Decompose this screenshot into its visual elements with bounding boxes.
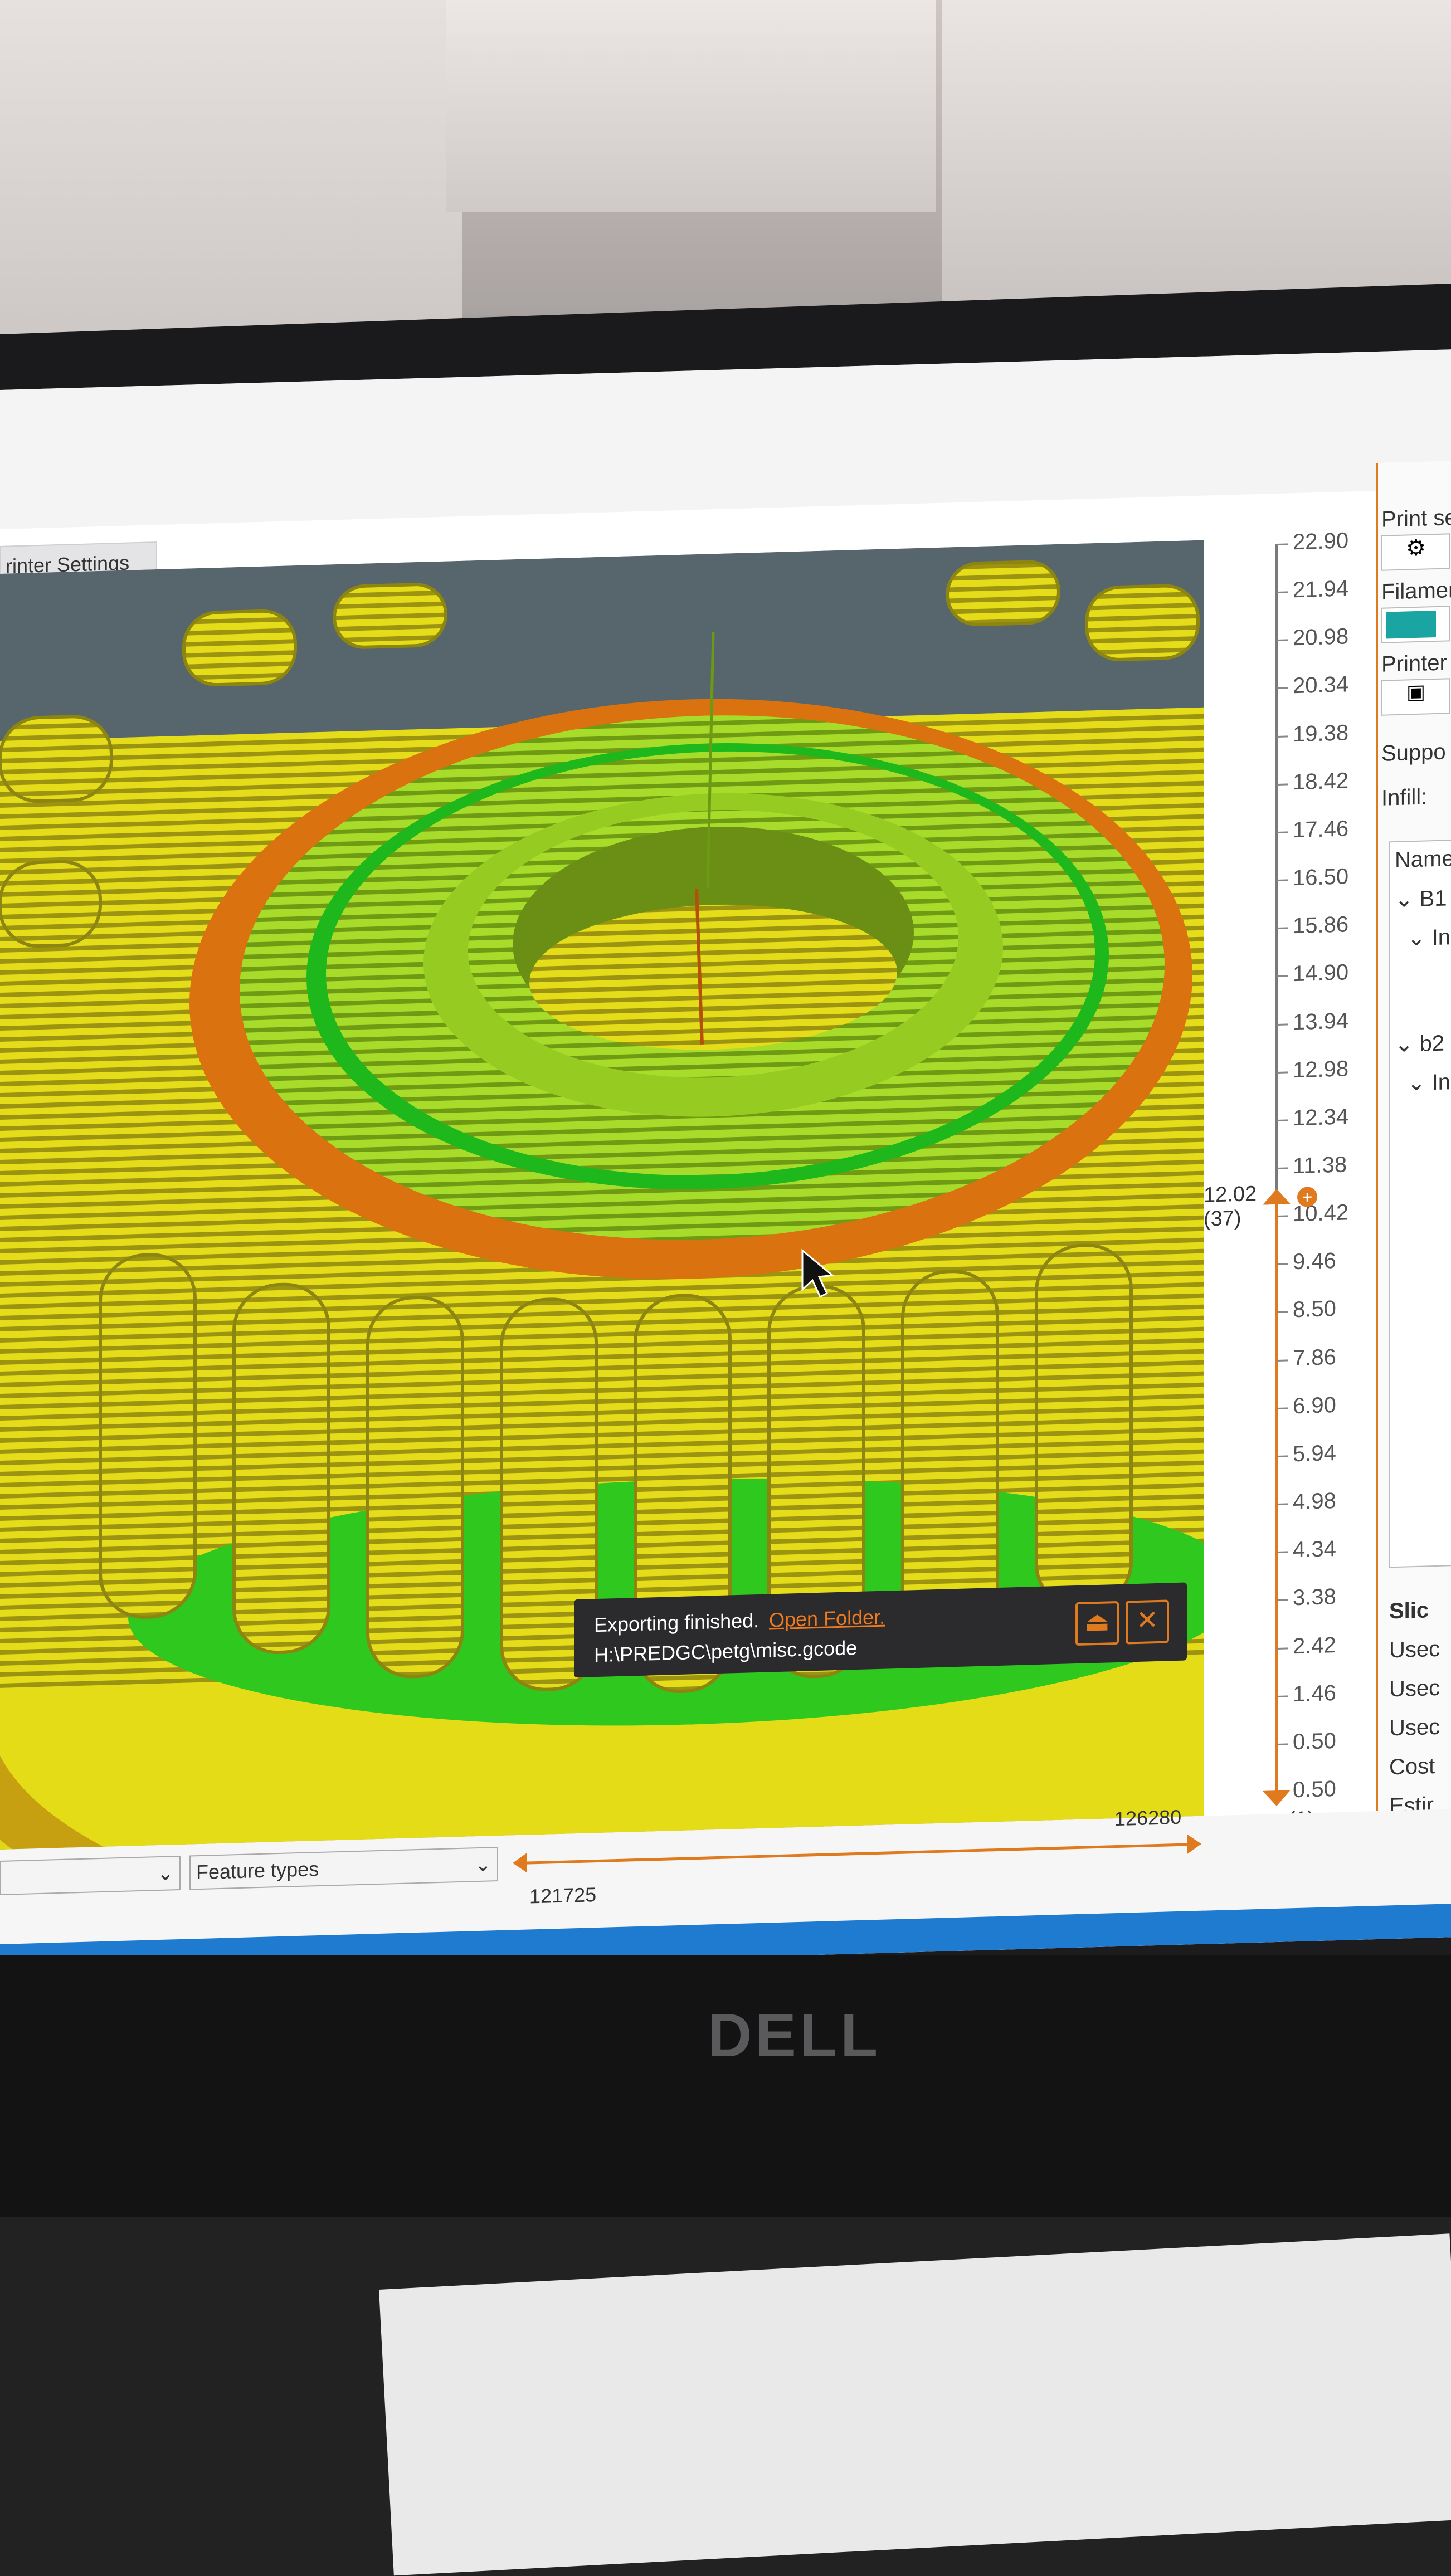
- hslider-right-thumb[interactable]: [1187, 1833, 1201, 1855]
- slider-tick-label: 2.42: [1293, 1632, 1336, 1658]
- hslider-right-value: 126280: [1114, 1805, 1182, 1831]
- cardboard-box-middle: [446, 0, 936, 212]
- slider-tick-label: 20.98: [1293, 624, 1349, 651]
- slider-tick-label: 0.50: [1293, 1728, 1336, 1755]
- slider-top-thumb[interactable]: [1263, 1188, 1291, 1204]
- horizontal-move-slider[interactable]: [518, 1843, 1192, 1865]
- slider-tick-label: 16.50: [1293, 864, 1349, 891]
- slice-info-row: Usec: [1389, 1636, 1440, 1663]
- printer-label: Printer: [1381, 650, 1447, 677]
- cog-icon: ⚙: [1406, 535, 1426, 561]
- slider-selected-range: [1275, 1201, 1278, 1792]
- slider-tick-label: 17.46: [1293, 816, 1349, 843]
- slider-tick-label: 3.38: [1293, 1584, 1336, 1611]
- slider-tick-label: 20.34: [1293, 672, 1349, 699]
- right-sidebar: Print se ⚙ Filamen Printer ▣ Suppo Infil…: [1376, 461, 1451, 1912]
- monitor-bezel-bottom: [0, 1955, 1451, 2234]
- printer-combo[interactable]: ▣: [1381, 678, 1450, 716]
- print-settings-combo[interactable]: ⚙: [1381, 533, 1450, 571]
- layer-height-slider[interactable]: 22.90 21.94 20.98 20.34 19.38 18.42 17.46 16.50…: [1204, 519, 1371, 1874]
- slider-tick-label: 9.46: [1293, 1248, 1336, 1275]
- hslider-left-value: 121725: [529, 1883, 597, 1908]
- slider-tick-label: 12.98: [1293, 1056, 1349, 1082]
- slider-tick-label: 14.90: [1293, 960, 1349, 987]
- slider-tick-label: 4.98: [1293, 1489, 1336, 1515]
- slider-tick-label: 12.34: [1293, 1104, 1349, 1131]
- slider-tick-label: 0.50: [1293, 1777, 1336, 1803]
- chevron-down-icon: ⌄: [157, 1861, 174, 1885]
- open-folder-link[interactable]: Open Folder.: [769, 1606, 885, 1632]
- slider-tick-label: 6.90: [1293, 1392, 1336, 1418]
- printer-icon: ▣: [1406, 680, 1425, 704]
- eject-button[interactable]: ⏏: [1075, 1601, 1119, 1646]
- slider-tick-label: 18.42: [1293, 768, 1349, 794]
- slider-tick-label: 5.94: [1293, 1440, 1336, 1467]
- slider-bottom-thumb[interactable]: [1263, 1790, 1291, 1806]
- current-layer-number: (37): [1204, 1206, 1241, 1231]
- object-tree-item[interactable]: ⌄ In: [1407, 1069, 1450, 1096]
- slider-tick-label: 11.38: [1293, 1152, 1347, 1179]
- slice-info-row: Cost: [1389, 1754, 1435, 1780]
- slider-tick-label: 8.50: [1293, 1296, 1336, 1323]
- supports-label: Suppo: [1381, 739, 1446, 766]
- slider-tick-label: 13.94: [1293, 1008, 1349, 1035]
- close-notification-button[interactable]: ✕: [1126, 1599, 1169, 1645]
- slider-tick-label: 4.34: [1293, 1536, 1336, 1563]
- filament-label: Filamen: [1381, 577, 1451, 604]
- close-icon: ✕: [1136, 1605, 1159, 1636]
- object-tree-item[interactable]: ⌄ b2: [1395, 1031, 1444, 1057]
- view-type-combo[interactable]: ⌄: [0, 1855, 181, 1895]
- hslider-left-thumb[interactable]: [513, 1852, 527, 1874]
- filament-combo[interactable]: [1381, 606, 1450, 643]
- filament-color-swatch: [1386, 611, 1436, 639]
- slider-tick-label: 7.86: [1293, 1344, 1336, 1370]
- cardboard-box-right: [942, 0, 1451, 312]
- eject-icon: ⏏: [1084, 1607, 1110, 1637]
- slider-tick-label: 1.46: [1293, 1680, 1336, 1706]
- object-list[interactable]: Name ⌄ B1 ⌄ In ⌄ b2 ⌄ In: [1389, 839, 1451, 1568]
- print-settings-label: Print se: [1381, 505, 1451, 532]
- slice-info-header: Slic: [1389, 1598, 1429, 1624]
- slider-tick-label: 21.94: [1293, 576, 1349, 603]
- slider-tick-label: 22.90: [1293, 528, 1349, 555]
- chevron-down-icon: ⌄: [474, 1852, 491, 1876]
- notification-path: H:\PREDGC\petg\misc.gcode: [594, 1636, 858, 1667]
- legend-combo[interactable]: Feature types ⌄: [189, 1847, 498, 1890]
- slice-info-row: Usec: [1389, 1675, 1440, 1702]
- slider-tick-label: 19.38: [1293, 720, 1349, 747]
- slider-tick-label: 15.86: [1293, 912, 1349, 939]
- object-tree-item[interactable]: ⌄ B1: [1395, 885, 1447, 913]
- slider-ticks: 22.90 21.94 20.98 20.34 19.38 18.42 17.46 16.50…: [1226, 519, 1371, 1802]
- paper-envelope: [379, 2233, 1451, 2576]
- object-list-header: Name: [1395, 846, 1451, 873]
- monitor-screen: rinter Settings Exporting finished. Open…: [0, 349, 1451, 1978]
- notification-message: Exporting finished.: [594, 1608, 759, 1637]
- monitor-logo: DELL: [708, 2001, 882, 2070]
- infill-label: Infill:: [1381, 784, 1428, 811]
- current-layer-height: 12.02: [1204, 1182, 1257, 1207]
- slice-info-row: Usec: [1389, 1714, 1440, 1741]
- object-tree-item[interactable]: ⌄ In: [1407, 924, 1450, 951]
